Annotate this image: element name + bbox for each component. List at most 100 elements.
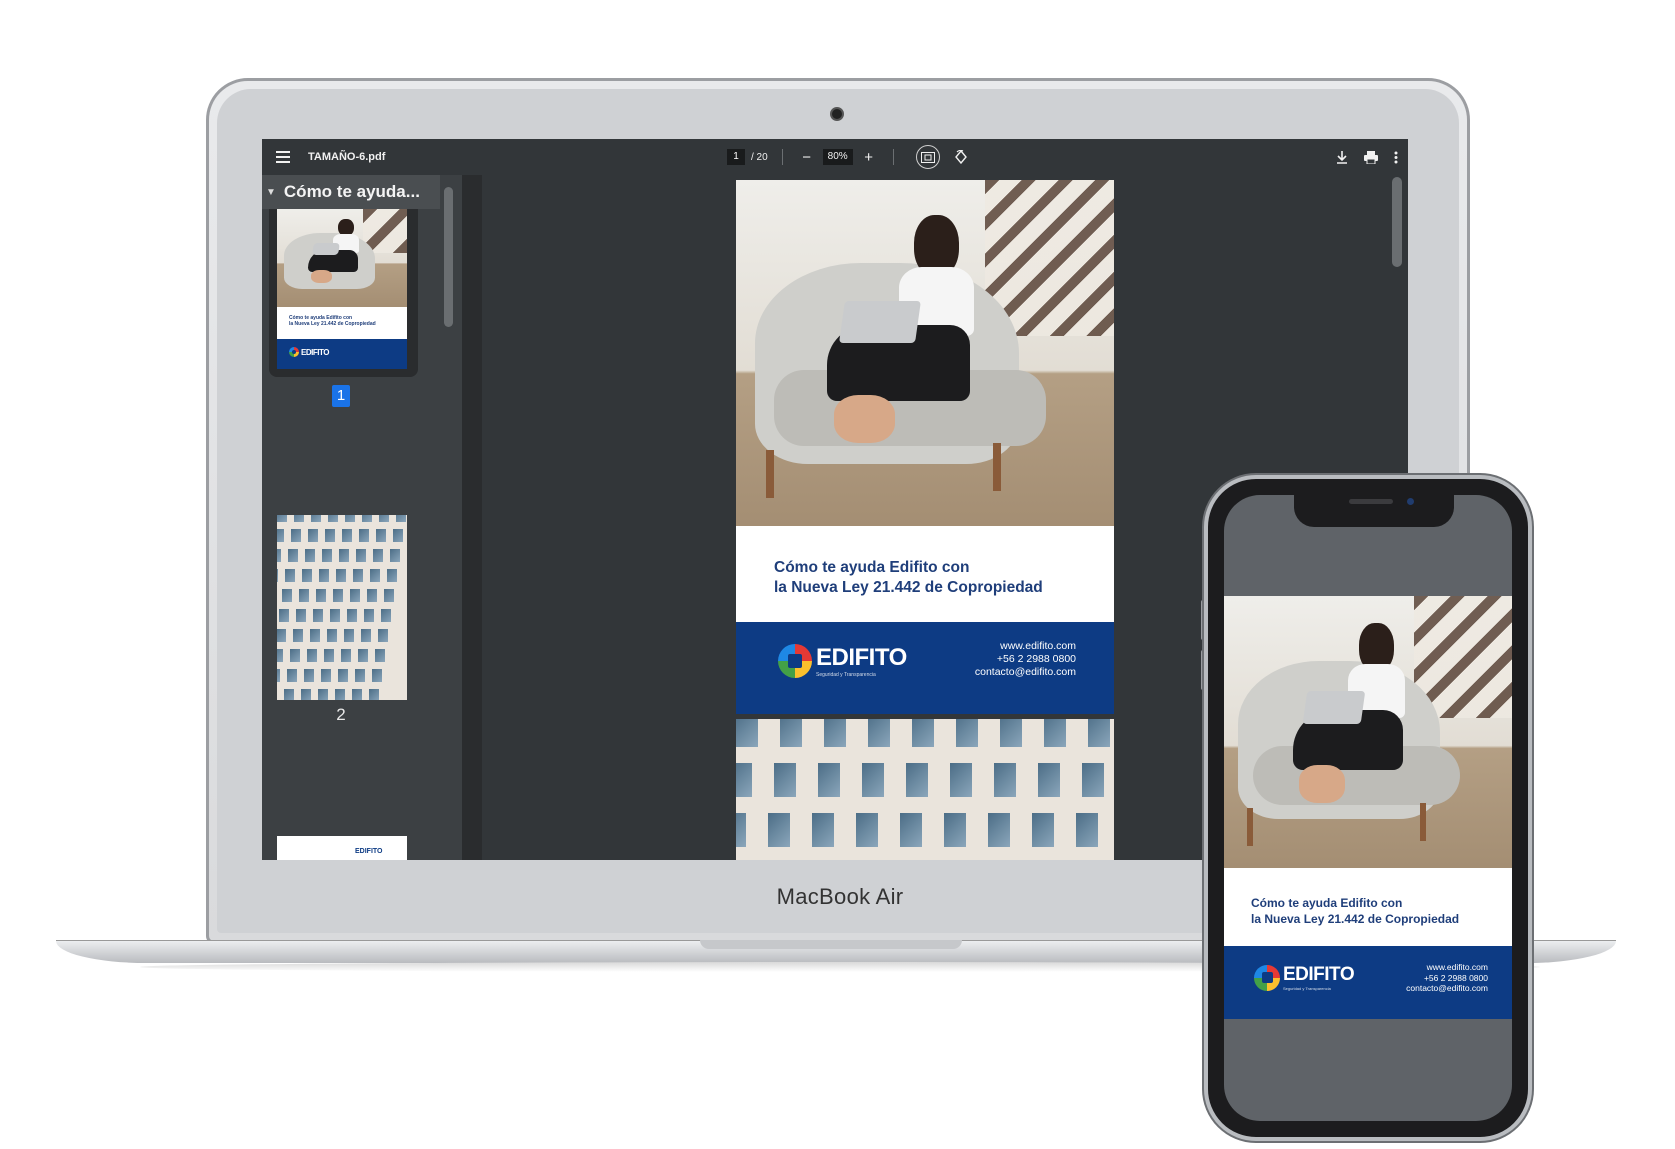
building-window <box>290 649 300 662</box>
download-icon[interactable] <box>1336 150 1348 164</box>
building-window <box>287 669 297 682</box>
building-window <box>912 719 934 747</box>
building-window <box>307 649 317 662</box>
outline-item[interactable]: ▼ Cómo te ayuda... <box>262 175 440 209</box>
flyer-footer: EDIFITO Seguridad y Transparencia www.ed… <box>736 622 1114 714</box>
more-vert-icon[interactable] <box>1394 151 1398 164</box>
building-window <box>302 569 312 582</box>
zoom-out-icon[interactable]: − <box>797 149 817 166</box>
building-window <box>319 569 329 582</box>
building-window <box>277 529 284 542</box>
zoom-level[interactable]: 80% <box>822 149 853 165</box>
zoom-in-icon[interactable]: + <box>859 149 879 166</box>
building-window <box>282 589 292 602</box>
building-window <box>900 813 922 847</box>
phone-title-line2: la Nueva Ley 21.442 de Copropiedad <box>1251 912 1460 926</box>
pdf-page-2 <box>736 719 1114 860</box>
building-window <box>285 569 295 582</box>
building-window <box>944 813 966 847</box>
building-window <box>284 689 294 700</box>
thumbnail-sidebar: Cómo te ayuda Edifito con la Nueva Ley 2… <box>262 175 462 860</box>
building-window <box>1044 719 1066 747</box>
phone-contact-web[interactable]: www.edifito.com <box>1406 962 1488 973</box>
building-window <box>318 689 328 700</box>
building-window <box>774 763 796 797</box>
building-window <box>328 515 338 522</box>
phone-logo-tagline: Seguridad y Transparencia <box>1283 986 1331 991</box>
building-window <box>994 763 1016 797</box>
building-window <box>288 549 298 562</box>
sidebar-scrollbar[interactable] <box>444 187 453 327</box>
print-icon[interactable] <box>1364 150 1378 164</box>
building-window <box>369 689 379 700</box>
building-window <box>325 529 335 542</box>
phone-contact-email[interactable]: contacto@edifito.com <box>1406 983 1488 994</box>
contact-email[interactable]: contacto@edifito.com <box>975 666 1076 679</box>
building-window <box>316 589 326 602</box>
building-window <box>350 589 360 602</box>
thumbnail-2-label: 2 <box>336 705 346 724</box>
building-window <box>736 719 758 747</box>
building-window <box>393 529 403 542</box>
building-window <box>296 609 306 622</box>
building-window <box>310 629 320 642</box>
flyer-title-line2: la Nueva Ley 21.442 de Copropiedad <box>774 579 1043 596</box>
building-window <box>322 549 332 562</box>
building-window <box>338 669 348 682</box>
thumb-logo: EDIFITO <box>301 347 329 357</box>
building-window <box>347 609 357 622</box>
building-window <box>333 589 343 602</box>
contact-web[interactable]: www.edifito.com <box>975 640 1076 653</box>
fit-page-icon[interactable] <box>915 145 940 169</box>
logo-text: EDIFITO <box>816 644 907 671</box>
building-window <box>381 609 391 622</box>
camera-icon <box>830 107 844 121</box>
building-window <box>379 515 389 522</box>
rotate-icon[interactable] <box>954 150 968 164</box>
thumbnail-3[interactable]: EDIFITO <box>277 836 407 860</box>
building-window <box>868 719 890 747</box>
page-controls: 1 / 20 − 80% + <box>727 139 968 175</box>
building-window <box>375 649 385 662</box>
laptop-notch <box>700 940 962 949</box>
building-window <box>279 609 289 622</box>
menu-icon[interactable] <box>276 151 290 163</box>
building-window <box>768 813 790 847</box>
building-window <box>1038 763 1060 797</box>
page-total: / 20 <box>751 151 768 163</box>
phone-flyer: Cómo te ayuda Edifito con la Nueva Ley 2… <box>1224 596 1512 1019</box>
building-window <box>373 549 383 562</box>
building-window <box>356 549 366 562</box>
building-window <box>372 669 382 682</box>
building-window <box>336 569 346 582</box>
building-window <box>396 515 406 522</box>
building-window <box>824 719 846 747</box>
thumbnail-1[interactable]: Cómo te ayuda Edifito con la Nueva Ley 2… <box>269 209 418 377</box>
page-number-input[interactable]: 1 <box>727 149 745 165</box>
building-window <box>390 549 400 562</box>
building-window <box>359 529 369 542</box>
building-window <box>355 669 365 682</box>
building-window <box>384 589 394 602</box>
building-window <box>1032 813 1054 847</box>
building-window <box>387 569 397 582</box>
building-window <box>305 549 315 562</box>
phone-title-line1: Cómo te ayuda Edifito con <box>1251 896 1403 910</box>
building-window <box>277 549 281 562</box>
phone-contact-phone: +56 2 2988 0800 <box>1423 972 1488 983</box>
building-window <box>277 569 278 582</box>
building-window <box>313 609 323 622</box>
pdf-page-1: Cómo te ayuda Edifito con la Nueva Ley 2… <box>736 180 1114 714</box>
building-window <box>780 719 802 747</box>
main-scrollbar[interactable] <box>1392 177 1402 267</box>
building-window <box>364 609 374 622</box>
building-window <box>308 529 318 542</box>
edifito-logo-icon <box>778 644 812 678</box>
thumbnail-2[interactable] <box>277 515 407 700</box>
building-window <box>818 763 840 797</box>
building-window <box>344 629 354 642</box>
building-window <box>812 813 834 847</box>
caret-down-icon[interactable]: ▼ <box>266 187 276 198</box>
right-toolbar <box>1336 139 1398 175</box>
logo-tagline: Seguridad y Transparencia <box>816 672 876 678</box>
